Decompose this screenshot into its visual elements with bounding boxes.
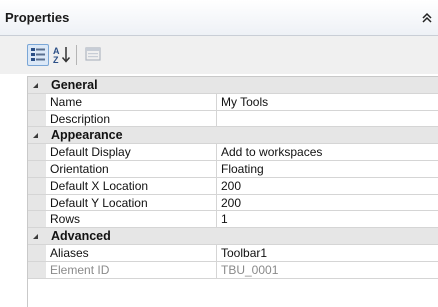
toolbar-separator [76, 45, 77, 65]
panel-title: Properties [5, 10, 70, 25]
column-divider[interactable] [216, 194, 217, 211]
row-gutter [28, 93, 46, 110]
property-value[interactable]: Toolbar1 [221, 246, 436, 261]
property-row-default-x-location[interactable]: Default X Location 200 [28, 177, 438, 195]
properties-panel: Properties A Z General Name My Tools Des… [0, 0, 438, 307]
panel-title-bar: Properties [0, 0, 438, 36]
property-name: Default Display [50, 145, 131, 160]
property-row-default-y-location[interactable]: Default Y Location 200 [28, 194, 438, 212]
property-value[interactable]: 1 [221, 212, 436, 227]
property-name: Rows [50, 212, 81, 227]
categorized-icon [31, 48, 45, 61]
expand-triangle-icon[interactable] [30, 79, 42, 91]
category-label: General [51, 78, 98, 92]
property-value[interactable]: 200 [221, 196, 436, 211]
row-gutter [28, 160, 46, 177]
property-row-orientation[interactable]: Orientation Floating [28, 160, 438, 178]
property-value[interactable] [221, 112, 436, 127]
row-gutter [28, 211, 46, 228]
column-divider[interactable] [216, 144, 217, 160]
expand-triangle-icon[interactable] [30, 230, 42, 242]
property-name: Description [50, 111, 111, 126]
row-gutter [28, 194, 46, 211]
property-name: Name [50, 94, 83, 109]
property-pages-icon [85, 47, 101, 61]
property-name: Orientation [50, 161, 109, 176]
expand-triangle-icon[interactable] [30, 129, 42, 141]
category-label: Advanced [51, 229, 111, 244]
double-chevron-up-icon[interactable] [420, 11, 434, 25]
property-name: Aliases [50, 245, 89, 260]
property-name: Default X Location [50, 178, 149, 193]
property-value-readonly: TBU_0001 [221, 262, 279, 277]
property-value[interactable]: 200 [221, 179, 436, 194]
row-gutter [28, 110, 46, 127]
category-row-appearance[interactable]: Appearance [28, 127, 438, 145]
property-grid: General Name My Tools Description Appear… [27, 76, 438, 307]
property-value[interactable]: Add to workspaces [221, 145, 436, 160]
categorized-view-button[interactable] [27, 44, 49, 66]
property-value[interactable]: Floating [221, 162, 436, 177]
column-divider[interactable] [216, 177, 217, 194]
alphabetical-sort-button[interactable]: A Z [51, 44, 73, 66]
property-pages-button[interactable] [83, 44, 105, 66]
column-divider[interactable] [216, 93, 217, 110]
property-name: Element ID [50, 262, 110, 277]
property-name: Default Y Location [50, 195, 148, 210]
column-divider[interactable] [216, 211, 217, 228]
property-row-description[interactable]: Description [28, 110, 438, 128]
sort-az-icon: A Z [53, 46, 71, 65]
properties-toolbar: A Z [0, 36, 438, 74]
column-divider[interactable] [216, 110, 217, 127]
property-row-name[interactable]: Name My Tools [28, 93, 438, 111]
property-row-rows[interactable]: Rows 1 [28, 211, 438, 229]
row-gutter [28, 244, 46, 261]
row-gutter [28, 177, 46, 194]
row-gutter [28, 144, 46, 160]
property-row-aliases[interactable]: Aliases Toolbar1 [28, 244, 438, 262]
column-divider[interactable] [216, 160, 217, 177]
column-divider[interactable] [216, 261, 217, 278]
property-value[interactable]: My Tools [221, 95, 436, 110]
category-label: Appearance [51, 128, 123, 143]
column-divider[interactable] [216, 244, 217, 261]
row-gutter [28, 261, 46, 278]
category-row-advanced[interactable]: Advanced [28, 228, 438, 245]
category-row-general[interactable]: General [28, 77, 438, 94]
svg-text:Z: Z [53, 55, 59, 65]
property-row-element-id[interactable]: Element ID TBU_0001 [28, 261, 438, 279]
property-row-default-display[interactable]: Default Display Add to workspaces [28, 144, 438, 161]
